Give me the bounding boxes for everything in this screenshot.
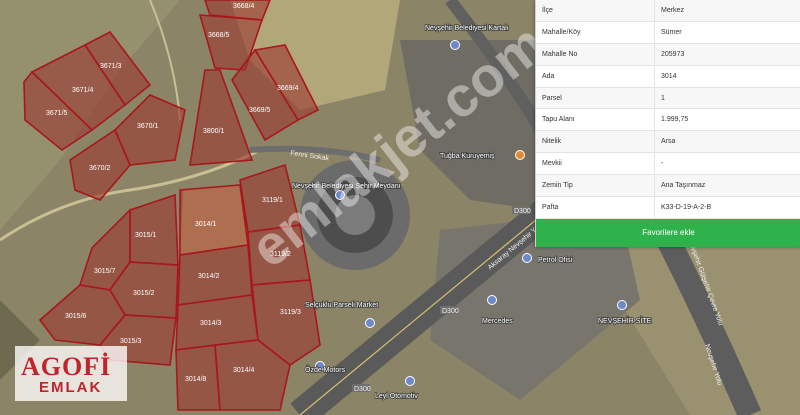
info-row-ground-type: Zemin Tip Ana Taşınmaz	[536, 175, 800, 198]
poi-label: Selçuklu Parseli Market	[305, 302, 378, 309]
parcel-label: 3670/1	[137, 123, 159, 130]
info-value: Ana Taşınmaz	[654, 175, 800, 197]
info-row-neighborhood-no: Mahalle No 205973	[536, 43, 800, 66]
agency-logo: AGOFİ EMLAK	[15, 346, 127, 401]
poi-label: Petrol Ofisi	[538, 257, 573, 264]
parcel-label: 3668/5	[208, 32, 230, 39]
parcel-label: 3015/7	[94, 268, 116, 275]
poi-label: Özde Motors	[305, 366, 346, 374]
info-row-map-sheet: Pafta K33-D-19-A-2-B	[536, 197, 800, 219]
poi-label: Leyl Otomotiv	[375, 393, 418, 400]
logo-line2: EMLAK	[39, 379, 103, 396]
info-key: İlçe	[542, 6, 553, 14]
poi-marker-icon[interactable]	[515, 150, 525, 160]
parcel-label: 3014/8	[185, 376, 207, 383]
parcel-label: 3015/1	[135, 232, 157, 239]
parcel-label: 3671/5	[46, 110, 68, 117]
info-row-block: Ada 3014	[536, 65, 800, 88]
road-shield-label: D300	[442, 308, 459, 315]
parcel-label: 3014/3	[200, 320, 222, 327]
parcel-label: 3669/4	[277, 85, 299, 92]
info-key: Parsel	[542, 94, 562, 102]
parcel-label: 3670/2	[89, 165, 111, 172]
poi-label: NEVŞEHİR SİTE	[598, 316, 652, 325]
info-row-quality: Nitelik Arsa	[536, 131, 800, 154]
parcel-label: 3014/1	[195, 221, 217, 228]
info-key: Pafta	[542, 203, 559, 211]
info-key: Nitelik	[542, 138, 562, 146]
parcel-label: 3015/6	[65, 313, 87, 320]
shop-icon[interactable]	[365, 318, 375, 328]
parcel-label: 3014/4	[233, 367, 255, 374]
parcel-label: 3014/2	[198, 273, 220, 280]
parcel-info-panel: İlçe Merkez Mahalle/Köy Sümer Mahalle No…	[535, 0, 800, 247]
poi-label: Tuğba Kuruyemiş	[440, 153, 495, 160]
info-row-parcel: Parsel 1	[536, 87, 800, 110]
poi-marker-icon[interactable]	[450, 40, 460, 50]
info-value: K33-D-19-A-2-B	[654, 197, 800, 218]
car-dealer-icon[interactable]	[405, 376, 415, 386]
info-value: 1.999,75	[654, 109, 800, 131]
info-value: -	[654, 153, 800, 175]
poi-label: Mercedes	[482, 318, 513, 325]
parcel-label: 3800/1	[203, 128, 225, 135]
info-value: 3014	[654, 65, 800, 87]
gas-station-icon[interactable]	[522, 253, 532, 263]
road-shield-label: D300	[354, 386, 371, 393]
poi-marker-icon[interactable]	[617, 300, 627, 310]
info-value: Arsa	[654, 131, 800, 153]
info-row-locality: Mevkii -	[536, 153, 800, 176]
parcel-label: 3119/3	[280, 309, 301, 316]
info-value: Sümer	[654, 21, 800, 43]
parcel-3014-1[interactable]	[179, 184, 249, 256]
info-key: Zemin Tip	[542, 182, 573, 190]
road-shield-label: D300	[514, 208, 531, 215]
info-value: Merkez	[654, 0, 800, 21]
logo-line1: AGOFİ	[21, 352, 112, 381]
parcel-label: 3671/3	[100, 63, 122, 70]
parcel-label: 3015/2	[133, 290, 155, 297]
parcel-label: 3668/4	[233, 3, 255, 10]
info-value: 205973	[654, 43, 800, 65]
info-key: Mahalle No	[542, 50, 578, 58]
parcel-label: 3015/3	[120, 338, 142, 345]
info-row-neighborhood: Mahalle/Köy Sümer	[536, 21, 800, 44]
info-row-deed-area: Tapu Alanı 1.999,75	[536, 109, 800, 132]
info-value: 1	[654, 87, 800, 109]
info-key: Ada	[542, 72, 555, 80]
car-dealer-icon[interactable]	[487, 295, 497, 305]
info-key: Mevkii	[542, 160, 562, 168]
add-to-favorites-button[interactable]: Favorilere ekle	[536, 218, 800, 247]
info-key: Tapu Alanı	[542, 116, 575, 124]
parcel-label: 3671/4	[72, 87, 94, 94]
parcel-label: 3669/5	[249, 107, 271, 114]
info-row-district: İlçe Merkez	[536, 0, 800, 22]
info-key: Mahalle/Köy	[542, 28, 581, 36]
